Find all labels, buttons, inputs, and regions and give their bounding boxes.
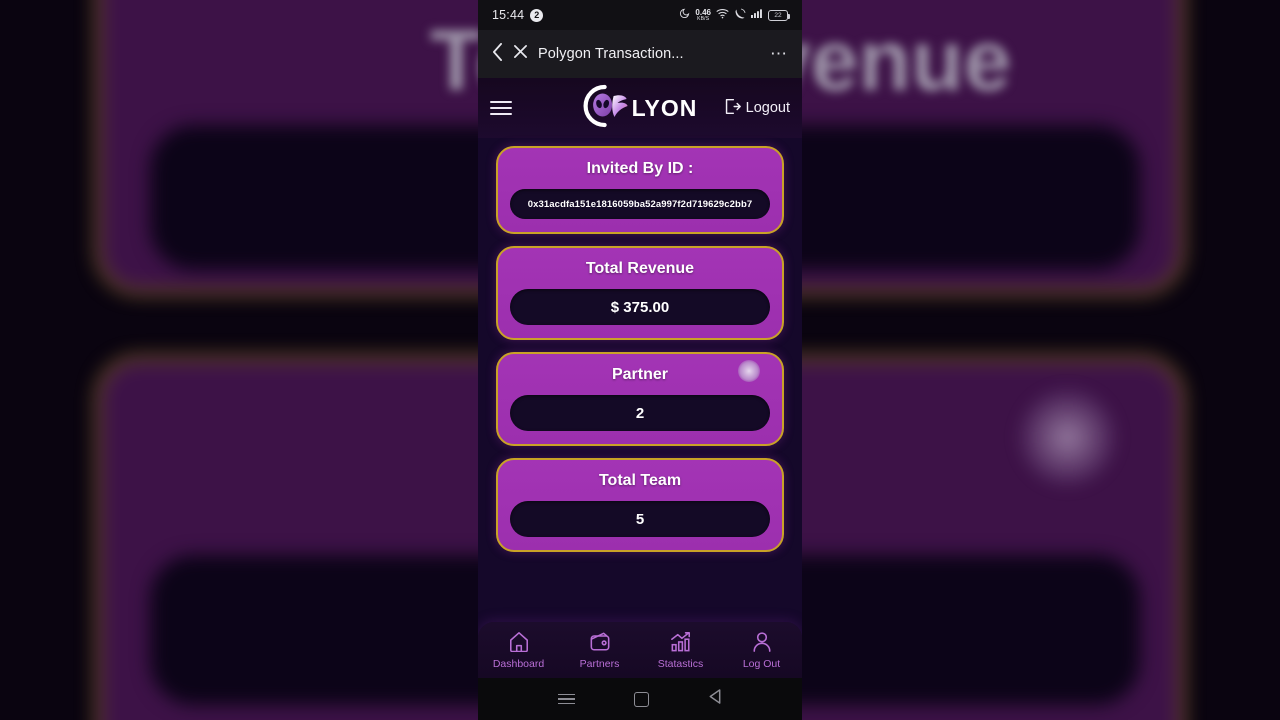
- nav-label: Dashboard: [492, 657, 545, 670]
- more-options-icon[interactable]: ⋯: [770, 44, 788, 64]
- nav-label: Partners: [579, 657, 620, 670]
- network-speed-unit: KB/S: [697, 15, 710, 22]
- hamburger-menu-icon[interactable]: [490, 101, 512, 115]
- nav-label: Log Out: [742, 657, 781, 670]
- logo-text: LYON: [631, 94, 698, 121]
- back-triangle-icon[interactable]: [708, 689, 722, 709]
- call-wifi-icon: [734, 8, 746, 22]
- touch-indicator: [738, 360, 760, 382]
- nav-item-statastics[interactable]: Statastics: [640, 631, 721, 670]
- nav-item-log-out[interactable]: Log Out: [721, 631, 802, 670]
- bar-chart-icon: [670, 631, 692, 655]
- status-bar: 15:44 2 0.46 KB/S 22: [478, 0, 802, 30]
- card-title: Total Revenue: [585, 260, 695, 277]
- card-invited-by-id[interactable]: Invited By ID : 0x31acdfa151e1816059ba52…: [496, 146, 784, 234]
- recents-icon[interactable]: [557, 693, 575, 705]
- bottom-navigation-bar: Dashboard Partners Statastics Log Out: [478, 622, 802, 678]
- status-icons: 0.46 KB/S 22: [679, 8, 790, 22]
- home-square-icon[interactable]: [633, 691, 649, 707]
- app-logo: LYON: [583, 83, 698, 134]
- partner-value: 2: [510, 395, 770, 431]
- invited-by-id-value: 0x31acdfa151e1816059ba52a997f2d719629c2b…: [510, 189, 770, 219]
- notification-count-badge: 2: [530, 8, 544, 22]
- sign-out-icon: [724, 98, 741, 119]
- user-icon: [751, 631, 773, 655]
- card-title: Partner: [611, 366, 669, 383]
- nav-item-dashboard[interactable]: Dashboard: [478, 631, 559, 670]
- total-team-value: 5: [510, 501, 770, 537]
- battery-icon: 22: [768, 9, 790, 21]
- back-chevron-icon[interactable]: [492, 42, 503, 66]
- card-total-revenue[interactable]: Total Revenue $ 375.00: [496, 246, 784, 340]
- android-system-nav: [478, 678, 802, 720]
- app-header: LYON Logout: [478, 78, 802, 138]
- card-title: Total Team: [598, 472, 682, 489]
- card-total-team[interactable]: Total Team 5: [496, 458, 784, 552]
- card-title: Invited By ID :: [586, 160, 694, 177]
- card-partner[interactable]: Partner 2: [496, 352, 784, 446]
- signal-icon: [751, 8, 763, 22]
- page-title: Polygon Transaction...: [538, 46, 684, 62]
- status-time: 15:44: [492, 8, 525, 22]
- logout-label: Logout: [745, 100, 790, 116]
- wallet-icon: [589, 631, 611, 655]
- browser-title-bar: Polygon Transaction... ⋯: [478, 30, 802, 78]
- alien-logo-icon: [583, 83, 635, 134]
- nav-item-partners[interactable]: Partners: [559, 631, 640, 670]
- dashboard-content: Invited By ID : 0x31acdfa151e1816059ba52…: [478, 138, 802, 552]
- total-revenue-value: $ 375.00: [510, 289, 770, 325]
- network-speed-indicator: 0.46 KB/S: [695, 8, 711, 22]
- nav-label: Statastics: [657, 657, 704, 670]
- background-touch-glow: [1015, 385, 1120, 490]
- moon-icon: [679, 8, 690, 22]
- phone-screen: 15:44 2 0.46 KB/S 22 Polygon Transaction…: [478, 0, 802, 720]
- wifi-icon: [716, 8, 729, 22]
- logout-button[interactable]: Logout: [724, 98, 790, 119]
- home-icon: [508, 631, 530, 655]
- close-icon[interactable]: [513, 44, 528, 64]
